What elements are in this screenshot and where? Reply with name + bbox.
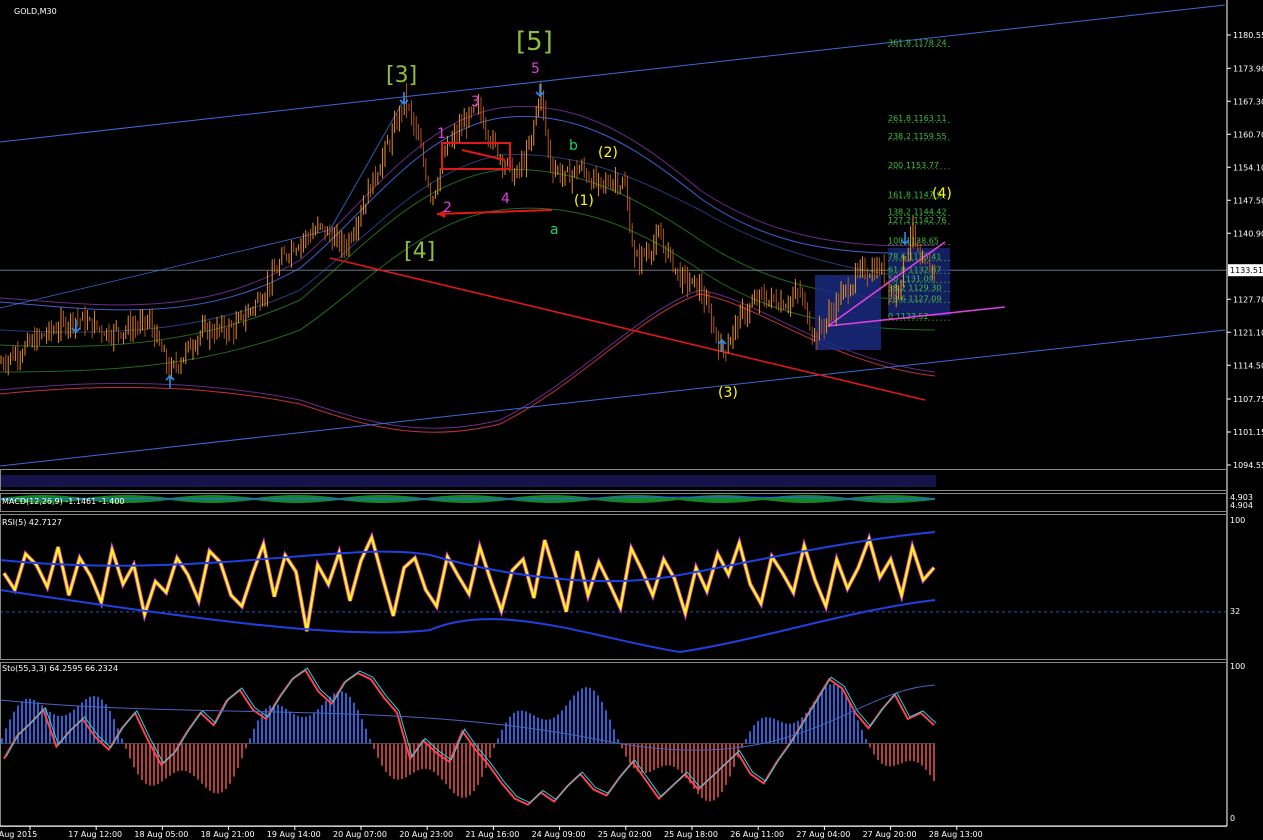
time-tick-label: 24 Aug 09:00 <box>532 830 586 839</box>
price-tick-label: 1107.75 <box>1233 395 1263 404</box>
price-tick-label: 1121.10 <box>1233 328 1263 337</box>
price-tick-label: 1114.50 <box>1233 361 1263 370</box>
wave-label: b <box>569 138 578 154</box>
price-tick-label: 1173.90 <box>1233 64 1263 73</box>
price-tick-label: 1160.70 <box>1233 130 1263 139</box>
time-tick-label: 18 Aug 21:00 <box>201 830 255 839</box>
fib-level-label: 238.2 1159.55 <box>888 132 947 141</box>
wave-label: a <box>550 222 559 238</box>
rsi-label: RSI(5) 42.7127 <box>2 518 62 527</box>
fib-level-label: 100 1138.65 <box>888 237 939 246</box>
price-tick-label: 1154.10 <box>1233 163 1263 172</box>
time-tick-label: 26 Aug 11:00 <box>730 830 784 839</box>
sto-axis-100: 100 <box>1230 662 1245 671</box>
symbol-title: GOLD,M30 <box>14 7 57 16</box>
wave-label: [3] <box>386 63 417 88</box>
chart-canvas: 361.8 1178.24 261.8 1163.11 238.2 1159.55 2… <box>0 0 1263 840</box>
price-tick-label: 1140.90 <box>1233 229 1263 238</box>
fib-level-label: 200 1153.77 <box>888 161 939 170</box>
wave-label: (3) <box>718 385 738 401</box>
time-tick-label: 28 Aug 13:00 <box>929 830 983 839</box>
price-tick-label: 1180.55 <box>1233 31 1263 40</box>
wave-label: (4) <box>932 186 952 202</box>
wave-label: [5] <box>516 27 553 57</box>
rsi-axis-100: 100 <box>1230 516 1245 525</box>
wave-label: (1) <box>574 193 594 209</box>
wave-label: [4] <box>404 239 435 264</box>
macd-band <box>1 475 936 487</box>
price-tick-label: 1167.30 <box>1233 97 1263 106</box>
time-tick-label: 19 Aug 14:00 <box>267 830 321 839</box>
time-tick-label: 17 Aug 12:00 <box>68 830 122 839</box>
wave-label: 4 <box>501 191 510 207</box>
wave-label: 5 <box>531 61 540 77</box>
fib-level-label: 78.6 1135.41 <box>888 253 941 262</box>
wave-label: 3 <box>471 94 480 110</box>
fib-level-label: 61.8 1132.87 <box>888 265 941 274</box>
sto-axis-0: 0 <box>1230 814 1235 823</box>
time-tick-label: 27 Aug 20:00 <box>863 830 917 839</box>
sto-label: Sto(55,3,3) 64.2595 66.2324 <box>2 664 118 673</box>
wave-label: (2) <box>598 145 618 161</box>
time-tick-label: 18 Aug 05:00 <box>134 830 188 839</box>
time-tick-label: 20 Aug 07:00 <box>333 830 387 839</box>
time-tick-label: 14 Aug 2015 <box>0 830 37 839</box>
macd-axis-bottom: 4.904 <box>1230 501 1253 510</box>
rsi-axis-32: 32 <box>1230 607 1240 616</box>
current-price-label: 1133.51 <box>1230 266 1263 275</box>
time-tick-label: 25 Aug 02:00 <box>598 830 652 839</box>
wave-label: 2 <box>443 200 452 216</box>
time-tick-label: 25 Aug 18:00 <box>664 830 718 839</box>
macd-label: MACD(12,26,9) -1.1461 -1.400 <box>2 497 125 506</box>
fib-level-label: 127.2 1142.76 <box>888 216 947 225</box>
price-tick-label: 1101.15 <box>1233 428 1263 437</box>
time-tick-label: 27 Aug 04:00 <box>796 830 850 839</box>
time-tick-label: 20 Aug 23:00 <box>399 830 453 839</box>
wave-label: 1 <box>437 126 446 142</box>
price-tick-label: 1127.70 <box>1233 295 1263 304</box>
time-tick-label: 21 Aug 16:00 <box>465 830 519 839</box>
price-tick-label: 1147.50 <box>1233 196 1263 205</box>
fib-level-label: 261.8 1163.11 <box>888 114 947 123</box>
fib-level-label: 361.8 1178.24 <box>888 39 947 48</box>
chart-background <box>0 0 1263 840</box>
price-tick-label: 1094.55 <box>1233 461 1263 470</box>
